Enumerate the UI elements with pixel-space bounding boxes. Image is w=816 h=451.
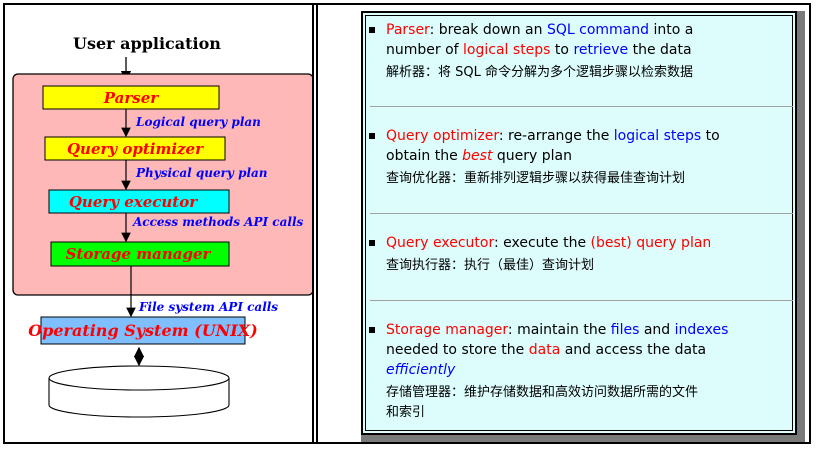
logical-steps-keyword: logical steps <box>463 42 551 58</box>
optimizer-term: Query optimizer <box>386 128 499 144</box>
logical-steps-keyword: logical steps <box>613 128 702 144</box>
bullet-square-icon <box>369 240 375 246</box>
bullet-square-icon <box>369 133 375 139</box>
optimizer-chinese: 查询优化器：重新排列逻辑步骤以获得最佳查询计划 <box>386 171 686 186</box>
parser-label: Parser <box>103 89 159 107</box>
architecture-diagram: User application Parser Logical query pl… <box>5 5 314 442</box>
storage-manager-label: Storage manager <box>66 245 212 263</box>
physical-query-plan-label: Physical query plan <box>135 166 268 180</box>
bullet-parser: Parser: break down an SQL command into a… <box>369 20 794 83</box>
access-methods-label: Access methods API calls <box>132 215 304 229</box>
separator-1 <box>370 106 793 107</box>
storage-text-4: and access the data <box>560 342 707 358</box>
architecture-diagram-svg: User application Parser Logical query pl… <box>12 34 314 418</box>
files-keyword: files <box>610 322 640 338</box>
storage-text-2: and <box>639 322 675 338</box>
executor-text-1: : execute the <box>493 235 591 251</box>
parser-text-4: to <box>550 42 574 58</box>
query-executor-label: Query executor <box>69 193 198 211</box>
separator-2 <box>370 213 793 214</box>
separator-3 <box>370 300 793 301</box>
bullet-square-icon <box>369 27 375 33</box>
executor-term: Query executor <box>386 235 494 251</box>
frame-divider <box>312 3 318 444</box>
disk-storage-icon <box>48 365 230 418</box>
storage-chinese-2: 和索引 <box>386 405 426 420</box>
parser-text-5: the data <box>628 42 692 58</box>
bullet-square-icon <box>369 327 375 333</box>
query-optimizer-label: Query optimizer <box>67 140 204 158</box>
optimizer-text-3: obtain the <box>386 148 463 164</box>
storage-term: Storage manager <box>386 322 508 338</box>
retrieve-keyword: retrieve <box>573 42 629 58</box>
data-keyword: data <box>528 342 561 358</box>
optimizer-text-2: to <box>701 128 720 144</box>
storage-text-1: : maintain the <box>507 322 611 338</box>
parser-term: Parser <box>386 22 430 38</box>
operating-system-label: Operating System (UNIX) <box>28 321 258 340</box>
optimizer-text-1: : re-arrange the <box>498 128 614 144</box>
indexes-keyword: indexes <box>674 322 729 338</box>
file-system-calls-label: File system API calls <box>138 300 278 314</box>
best-plan-keyword: (best) query plan <box>590 235 712 251</box>
optimizer-text-4: query plan <box>492 148 573 164</box>
bullet-executor: Query executor: execute the (best) query… <box>369 233 794 276</box>
efficiently-keyword: efficiently <box>386 362 456 378</box>
parser-chinese: 解析器：将 SQL 命令分解为多个逻辑步骤以检索数据 <box>386 65 693 80</box>
executor-chinese: 查询执行器：执行（最佳）查询计划 <box>386 258 595 273</box>
sql-command-keyword: SQL command <box>546 22 650 38</box>
best-keyword: best <box>462 148 493 164</box>
user-application-label: User application <box>73 34 221 53</box>
parser-text-1: : break down an <box>429 22 547 38</box>
storage-chinese-1: 存储管理器：维护存储数据和高效访问数据所需的文件 <box>386 385 699 400</box>
logical-query-plan-label: Logical query plan <box>135 115 261 129</box>
storage-text-3: needed to store the <box>386 342 529 358</box>
bullet-storage: Storage manager: maintain the files and … <box>369 320 794 423</box>
parser-text-3: number of <box>386 42 464 58</box>
bullet-optimizer: Query optimizer: re-arrange the logical … <box>369 126 794 189</box>
parser-text-2: into a <box>649 22 694 38</box>
